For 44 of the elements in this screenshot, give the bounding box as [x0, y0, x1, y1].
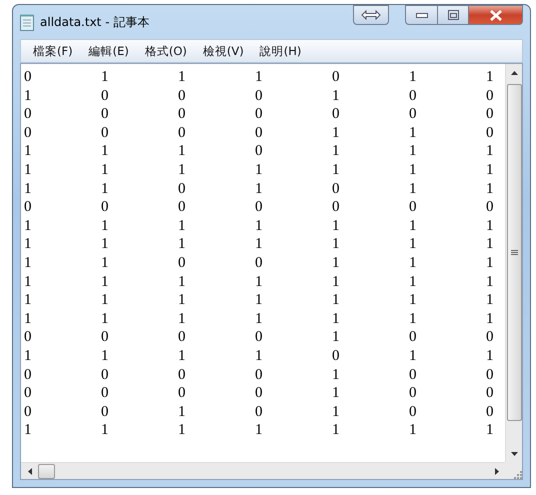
- text-line: 1 1 1 1 1 1 1: [24, 421, 494, 440]
- text-line: 0 0 0 0 1 0 0: [24, 384, 494, 403]
- minimize-button[interactable]: [405, 5, 438, 25]
- text-line: 0 0 0 0 1 0 0: [24, 328, 494, 347]
- text-line: 1 1 1 1 1 1 1: [24, 291, 494, 310]
- maximize-icon: [448, 10, 458, 20]
- menu-item[interactable]: 編輯(E): [80, 42, 137, 60]
- double-arrow-icon: [361, 10, 381, 20]
- menu-item[interactable]: 檔案(F): [25, 42, 81, 60]
- text-line: 0 0 0 0 0 0 0: [24, 105, 494, 124]
- scroll-up-icon[interactable]: [510, 70, 518, 74]
- close-button[interactable]: [469, 5, 523, 25]
- text-line: 1 1 1 1 1 1 1: [24, 310, 494, 328]
- text-line: 0 1 1 1 0 1 1: [24, 68, 494, 87]
- text-line: 0 0 0 0 1 1 0: [24, 124, 494, 142]
- text-line: 1 1 0 0 1 1 1: [24, 254, 494, 273]
- resize-button[interactable]: [353, 5, 389, 25]
- horizontal-scrollbar[interactable]: [21, 462, 505, 479]
- text-line: 1 0 0 0 1 0 0: [24, 86, 494, 106]
- text-line: 0 0 0 0 0 0 0: [24, 198, 494, 217]
- text-line: 1 1 1 1 1 1 1: [24, 272, 494, 292]
- text-line: 0 0 1 0 1 0 0: [24, 402, 494, 422]
- menu-item[interactable]: 說明(H): [252, 42, 310, 60]
- maximize-button[interactable]: [438, 5, 469, 25]
- text-line: 1 1 0 1 0 1 1: [24, 180, 494, 198]
- scroll-thumb[interactable]: [506, 84, 522, 421]
- window-title: alldata.txt - 記事本: [40, 14, 150, 30]
- text-line: 1 1 1 1 1 1 1: [24, 235, 494, 254]
- text-line: 0 0 0 0 1 0 0: [24, 366, 494, 384]
- scroll-right-icon[interactable]: [494, 468, 498, 474]
- text-line: 1 1 1 1 0 1 1: [24, 346, 494, 366]
- text-line: 1 1 1 1 1 1 1: [24, 160, 494, 180]
- close-icon: [490, 10, 502, 20]
- vertical-scrollbar[interactable]: [505, 64, 522, 462]
- scroll-thumb[interactable]: [38, 464, 55, 478]
- resize-grip-icon[interactable]: [512, 469, 522, 479]
- menu-item[interactable]: 格式(O): [136, 42, 195, 60]
- scroll-down-icon[interactable]: [510, 452, 518, 456]
- text-line: 1 1 1 1 1 1 1: [24, 216, 494, 236]
- minimize-icon: [416, 12, 428, 18]
- text-line: 1 1 1 0 1 1 1: [24, 142, 494, 161]
- scroll-left-icon[interactable]: [28, 468, 32, 474]
- menu-item[interactable]: 檢視(V): [194, 42, 252, 60]
- notepad-icon: [20, 14, 34, 30]
